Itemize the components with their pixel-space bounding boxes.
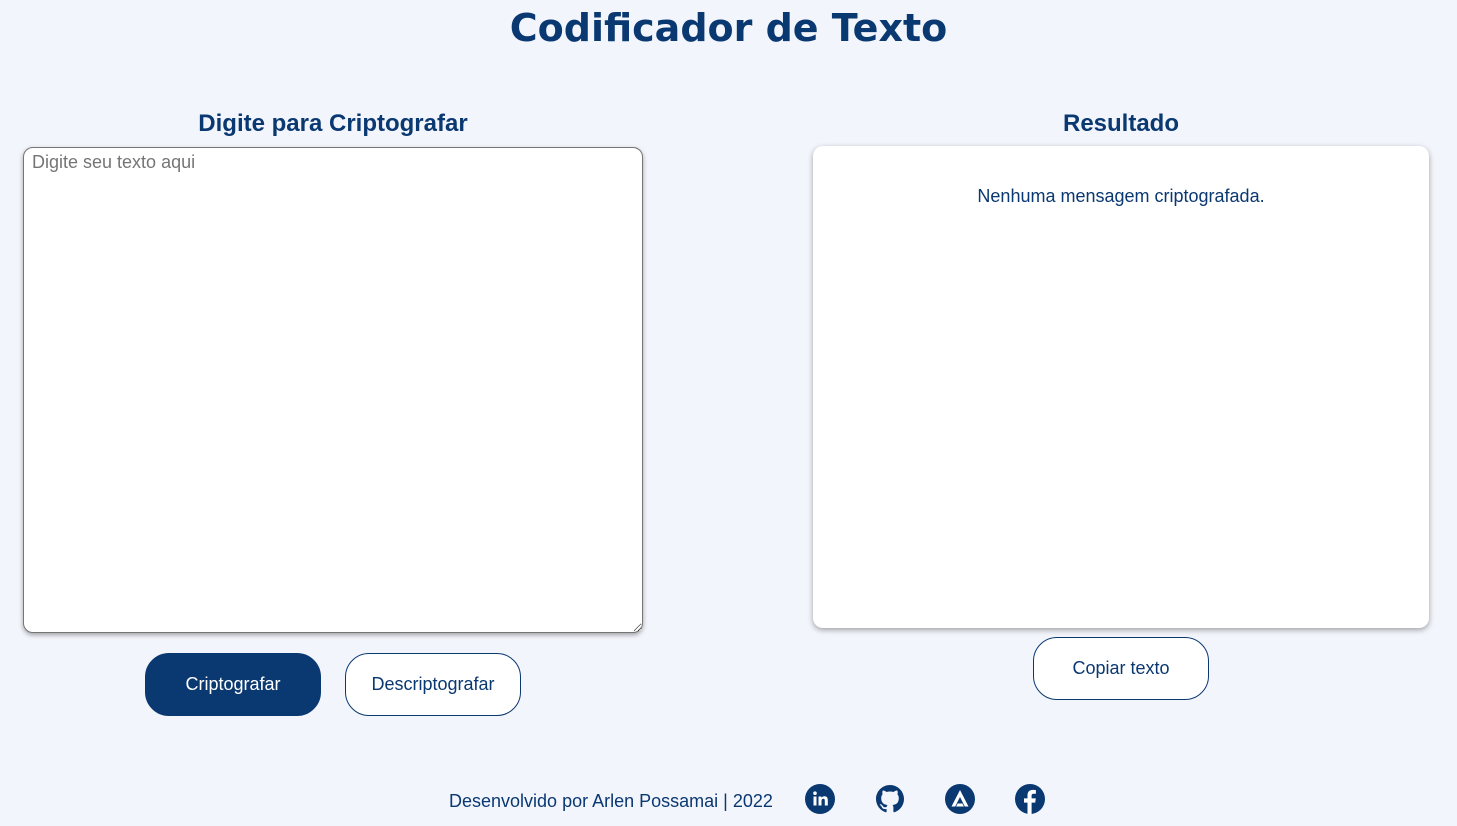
copy-button[interactable]: Copiar texto: [1033, 637, 1209, 700]
facebook-icon[interactable]: [1015, 784, 1045, 814]
encrypt-button[interactable]: Criptografar: [145, 653, 321, 716]
encrypt-heading: Digite para Criptografar: [198, 110, 468, 137]
linkedin-icon[interactable]: [805, 784, 835, 814]
result-message: Nenhuma mensagem criptografada.: [977, 186, 1265, 206]
result-heading: Resultado: [1062, 110, 1179, 137]
footer-credit: Desenvolvido por Arlen Possamai | 2022: [449, 791, 773, 811]
text-input[interactable]: [23, 147, 643, 633]
decrypt-button[interactable]: Descriptografar: [345, 653, 521, 716]
alura-icon[interactable]: [945, 784, 975, 814]
page-title: Codificador de Texto: [509, 6, 948, 50]
result-panel: Nenhuma mensagem criptografada.: [813, 146, 1429, 628]
github-icon[interactable]: [875, 784, 905, 814]
